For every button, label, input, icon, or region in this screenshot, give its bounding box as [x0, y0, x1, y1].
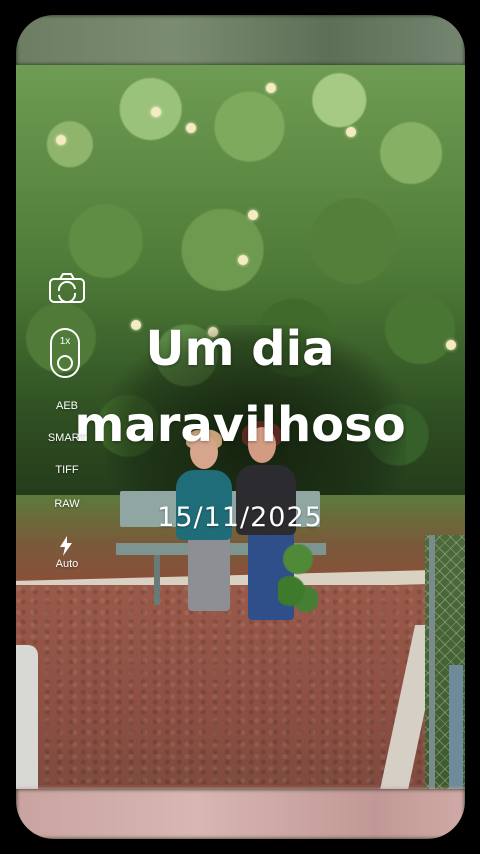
- raw-button[interactable]: RAW: [40, 498, 94, 510]
- flash-button[interactable]: [58, 536, 74, 556]
- flash-mode-label: Auto: [55, 558, 79, 570]
- camera-switch-button[interactable]: [48, 272, 85, 304]
- flower: [238, 255, 248, 265]
- shrub: [278, 535, 318, 615]
- flower: [151, 107, 161, 117]
- fence-post: [429, 535, 435, 789]
- flower: [186, 123, 196, 133]
- flower: [56, 135, 66, 145]
- tiff-button[interactable]: TIFF: [40, 464, 94, 476]
- left-curb: [16, 645, 38, 789]
- zoom-lens-icon: [57, 355, 73, 371]
- fence-post: [449, 665, 463, 789]
- flower: [248, 210, 258, 220]
- flower: [266, 83, 276, 93]
- bottom-blur-strip: [16, 789, 465, 839]
- bench-leg: [154, 555, 160, 605]
- top-blur-strip: [16, 15, 465, 65]
- flash-icon: [60, 536, 72, 556]
- camera-screen: Um dia maravilhoso 15/11/2025 1x AEB SMA…: [0, 0, 480, 854]
- camera-icon: [49, 273, 85, 304]
- zoom-label: 1x: [59, 336, 71, 347]
- smart-button[interactable]: SMART: [40, 432, 94, 444]
- aeb-button[interactable]: AEB: [40, 400, 94, 412]
- flower: [346, 127, 356, 137]
- person-legs: [188, 535, 230, 611]
- zoom-toggle[interactable]: 1x: [50, 328, 80, 378]
- overlay-title-line1: Um dia: [145, 321, 335, 377]
